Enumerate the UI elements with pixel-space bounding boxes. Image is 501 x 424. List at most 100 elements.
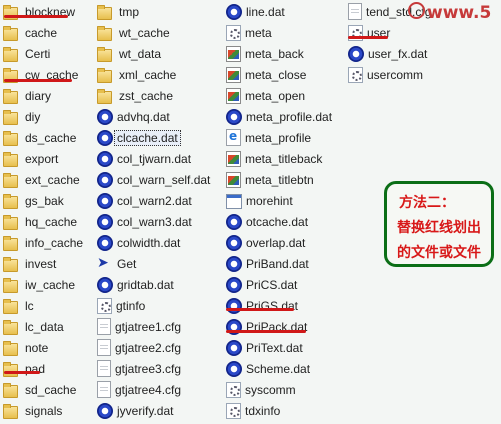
item-label: user_fx.dat [368, 46, 428, 61]
red-underline [4, 15, 68, 18]
red-underline [4, 371, 40, 374]
file-item[interactable]: gtjatree4.cfg [97, 379, 210, 400]
item-label: cache [25, 25, 58, 40]
folder-item[interactable]: ds_cache [3, 127, 83, 148]
file-item[interactable]: advhq.dat [97, 106, 210, 127]
item-label: usercomm [367, 67, 424, 82]
item-label: ext_cache [25, 172, 80, 187]
item-label: Scheme.dat [246, 361, 311, 376]
annotation-line-1: 方法二： [399, 195, 455, 211]
file-item[interactable]: overlap.dat [226, 232, 332, 253]
file-item[interactable]: Scheme.dat [226, 358, 332, 379]
file-item[interactable]: col_warn_self.dat [97, 169, 210, 190]
file-item[interactable]: PriText.dat [226, 337, 332, 358]
item-label: gridtab.dat [117, 277, 174, 292]
item-label: gtjatree1.cfg [115, 319, 182, 334]
folder-item[interactable]: diy [3, 106, 83, 127]
file-item[interactable]: gtinfo [97, 295, 210, 316]
folder-item[interactable]: zst_cache [97, 85, 210, 106]
file-item[interactable]: gtjatree1.cfg [97, 316, 210, 337]
dat-file-icon [348, 45, 364, 62]
folder-item[interactable]: invest [3, 253, 83, 274]
file-item[interactable]: PriCS.dat [226, 274, 332, 295]
file-item[interactable]: jyverify.dat [97, 400, 210, 421]
folder-item[interactable]: pad [3, 358, 83, 379]
folder-icon [3, 130, 18, 146]
item-label: Get [117, 256, 137, 271]
folder-item[interactable]: signals [3, 400, 83, 421]
item-label: xml_cache [119, 67, 177, 82]
image-file-icon [226, 45, 241, 62]
folder-icon [3, 340, 18, 356]
file-item[interactable]: line.dat [226, 1, 332, 22]
file-item[interactable]: syscomm [226, 379, 332, 400]
folder-item[interactable]: wt_cache [97, 22, 210, 43]
folder-item[interactable]: hq_cache [3, 211, 83, 232]
red-underline [4, 79, 72, 82]
item-label: gtjatree4.cfg [115, 382, 182, 397]
file-item[interactable]: meta [226, 22, 332, 43]
dat-file-icon [226, 276, 242, 293]
folder-item[interactable]: wt_data [97, 43, 210, 64]
folder-item[interactable]: lc [3, 295, 83, 316]
folder-item[interactable]: export [3, 148, 83, 169]
file-item[interactable]: PriPack.dat [226, 316, 332, 337]
folder-icon [3, 403, 18, 419]
file-item[interactable]: meta_profile [226, 127, 332, 148]
folder-icon [3, 298, 18, 314]
file-item[interactable]: col_warn2.dat [97, 190, 210, 211]
folder-item[interactable]: gs_bak [3, 190, 83, 211]
file-item[interactable]: meta_profile.dat [226, 106, 332, 127]
file-item[interactable]: gtjatree2.cfg [97, 337, 210, 358]
folder-item[interactable]: note [3, 337, 83, 358]
folder-item[interactable]: diary [3, 85, 83, 106]
file-item[interactable]: PriGS.dat [226, 295, 332, 316]
image-file-icon [226, 87, 241, 104]
file-item[interactable]: otcache.dat [226, 211, 332, 232]
folder-item[interactable]: ext_cache [3, 169, 83, 190]
file-item[interactable]: gtjatree3.cfg [97, 358, 210, 379]
item-label: sd_cache [25, 382, 77, 397]
text-file-icon [97, 381, 111, 398]
file-item[interactable]: PriBand.dat [226, 253, 332, 274]
folder-icon [97, 88, 112, 104]
file-item[interactable]: meta_close [226, 64, 332, 85]
html-file-icon [226, 129, 241, 146]
file-item[interactable]: meta_back [226, 43, 332, 64]
dat-file-icon [97, 150, 113, 167]
dat-file-icon [226, 339, 242, 356]
folder-item[interactable]: blocknew [3, 1, 83, 22]
image-file-icon [226, 171, 241, 188]
file-item[interactable]: usercomm [348, 64, 431, 85]
file-item[interactable]: meta_titlebtn [226, 169, 332, 190]
folder-item[interactable]: info_cache [3, 232, 83, 253]
folder-icon [3, 109, 18, 125]
folder-icon [97, 25, 112, 41]
file-item[interactable]: gridtab.dat [97, 274, 210, 295]
file-item[interactable]: morehint [226, 190, 332, 211]
file-item[interactable]: user_fx.dat [348, 43, 431, 64]
folder-item[interactable]: xml_cache [97, 64, 210, 85]
folder-item[interactable]: lc_data [3, 316, 83, 337]
file-item[interactable]: col_warn3.dat [97, 211, 210, 232]
file-item[interactable]: Get [97, 253, 210, 274]
image-file-icon [226, 66, 241, 83]
dat-file-icon [97, 234, 113, 251]
file-item[interactable]: clcache.dat [97, 127, 210, 148]
file-column: line.dat meta meta_back meta_close meta_open… [226, 1, 332, 421]
file-item[interactable]: meta_open [226, 85, 332, 106]
folder-item[interactable]: tmp [97, 1, 210, 22]
folder-item[interactable]: Certi [3, 43, 83, 64]
file-item[interactable]: meta_titleback [226, 148, 332, 169]
file-item[interactable]: user [348, 22, 431, 43]
folder-item[interactable]: sd_cache [3, 379, 83, 400]
file-column: blocknew cache Certi cw_cache diary diy ds_cac… [3, 1, 83, 421]
folder-item[interactable]: cache [3, 22, 83, 43]
file-item[interactable]: col_tjwarn.dat [97, 148, 210, 169]
config-file-icon [226, 382, 241, 398]
item-label: wt_data [119, 46, 162, 61]
folder-item[interactable]: iw_cache [3, 274, 83, 295]
file-item[interactable]: tdxinfo [226, 400, 332, 421]
item-label: lc_data [25, 319, 64, 334]
file-item[interactable]: colwidth.dat [97, 232, 210, 253]
